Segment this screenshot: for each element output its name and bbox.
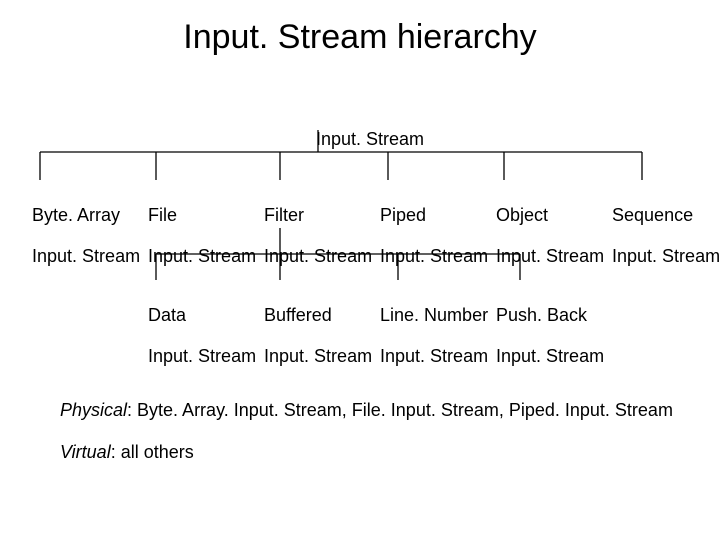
l2-top: Buffered [264,305,332,325]
slide-title: Input. Stream hierarchy [0,18,720,57]
l1-object: Object Input. Stream [476,184,604,287]
l1-bottom: Input. Stream [264,246,372,266]
l1-piped: Piped Input. Stream [360,184,488,287]
l2-pushback: Push. Back Input. Stream [476,284,604,387]
slide: Input. Stream hierarchy Input. Stream By… [0,0,720,540]
l1-bottom: Input. Stream [148,246,256,266]
root-label: Input. Stream [316,129,424,150]
note-physical-body: : Byte. Array. Input. Stream, File. Inpu… [127,400,673,420]
note-physical: Physical: Byte. Array. Input. Stream, Fi… [60,400,673,421]
l1-top: Filter [264,205,304,225]
l2-top: Data [148,305,186,325]
l1-bytearray: Byte. Array Input. Stream [12,184,140,287]
l2-top: Push. Back [496,305,587,325]
l1-bottom: Input. Stream [496,246,604,266]
l2-bottom: Input. Stream [496,346,604,366]
l2-bottom: Input. Stream [264,346,372,366]
l1-filter: Filter Input. Stream [244,184,372,287]
l2-bottom: Input. Stream [148,346,256,366]
l1-top: Piped [380,205,426,225]
l2-linenumber: Line. Number Input. Stream [360,284,488,387]
l1-sequence: Sequence Input. Stream [592,184,720,287]
l1-top: Byte. Array [32,205,120,225]
note-virtual-label: Virtual [60,442,111,462]
l1-file: File Input. Stream [128,184,256,287]
l1-top: Sequence [612,205,693,225]
l1-bottom: Input. Stream [380,246,488,266]
tree-root: Input. Stream [0,108,720,170]
l2-bottom: Input. Stream [380,346,488,366]
l1-top: File [148,205,177,225]
l2-data: Data Input. Stream [128,284,256,387]
l1-top: Object [496,205,548,225]
note-physical-label: Physical [60,400,127,420]
note-virtual-body: : all others [111,442,194,462]
l1-bottom: Input. Stream [612,246,720,266]
l2-buffered: Buffered Input. Stream [244,284,372,387]
note-virtual: Virtual: all others [60,442,194,463]
l2-top: Line. Number [380,305,488,325]
l1-bottom: Input. Stream [32,246,140,266]
